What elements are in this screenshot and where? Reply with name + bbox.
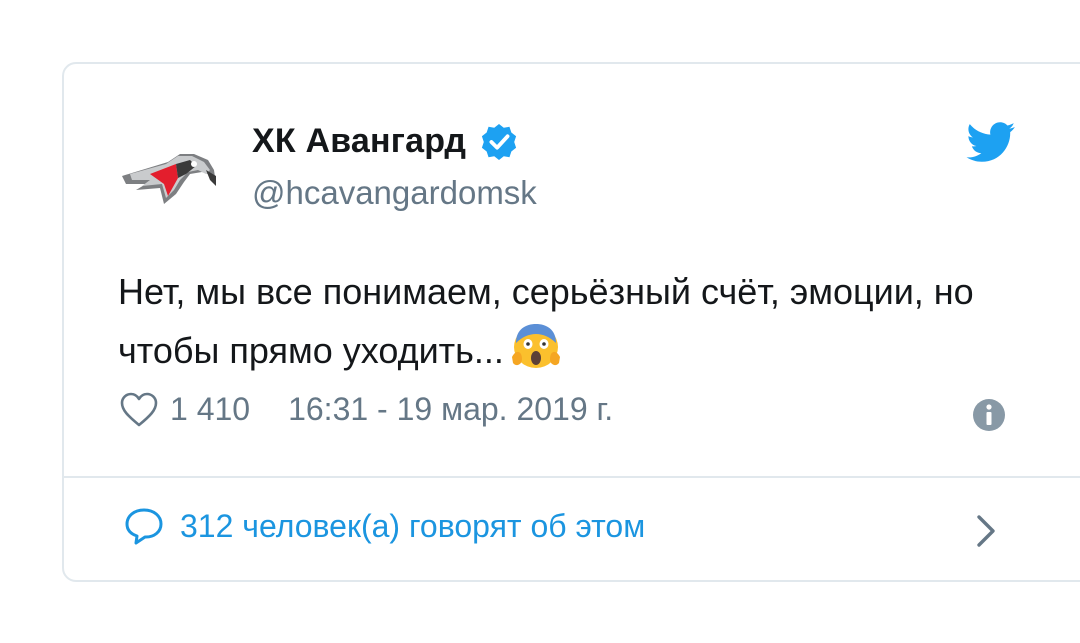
user-handle[interactable]: @hcavangardomsk	[252, 174, 537, 212]
verified-badge-icon	[482, 123, 517, 160]
discussion-text: 312 человек(а) говорят об этом	[180, 507, 646, 544]
heart-icon	[120, 392, 158, 426]
twitter-bird-icon[interactable]	[966, 122, 1016, 164]
discussion-link[interactable]: 312 человек(а) говорят об этом	[124, 506, 645, 546]
tweet-text: Нет, мы все понимаем, серьёзный счёт, эм…	[118, 264, 978, 378]
divider	[64, 476, 1080, 478]
tweet-timestamp[interactable]: 16:31 - 19 мар. 2019 г.	[288, 391, 613, 428]
display-name[interactable]: ХК Авангард	[252, 122, 466, 161]
chevron-right-icon[interactable]	[974, 513, 998, 549]
tweet-card[interactable]: ХК Авангард @hcavangardomsk Нет, мы все …	[62, 62, 1080, 582]
like-count: 1 410	[170, 391, 251, 427]
like-button[interactable]: 1 410	[120, 391, 250, 428]
speech-bubble-icon	[125, 508, 163, 545]
info-icon[interactable]	[972, 398, 1006, 432]
avatar[interactable]	[120, 130, 220, 220]
face-screaming-in-fear-emoji	[511, 324, 560, 368]
